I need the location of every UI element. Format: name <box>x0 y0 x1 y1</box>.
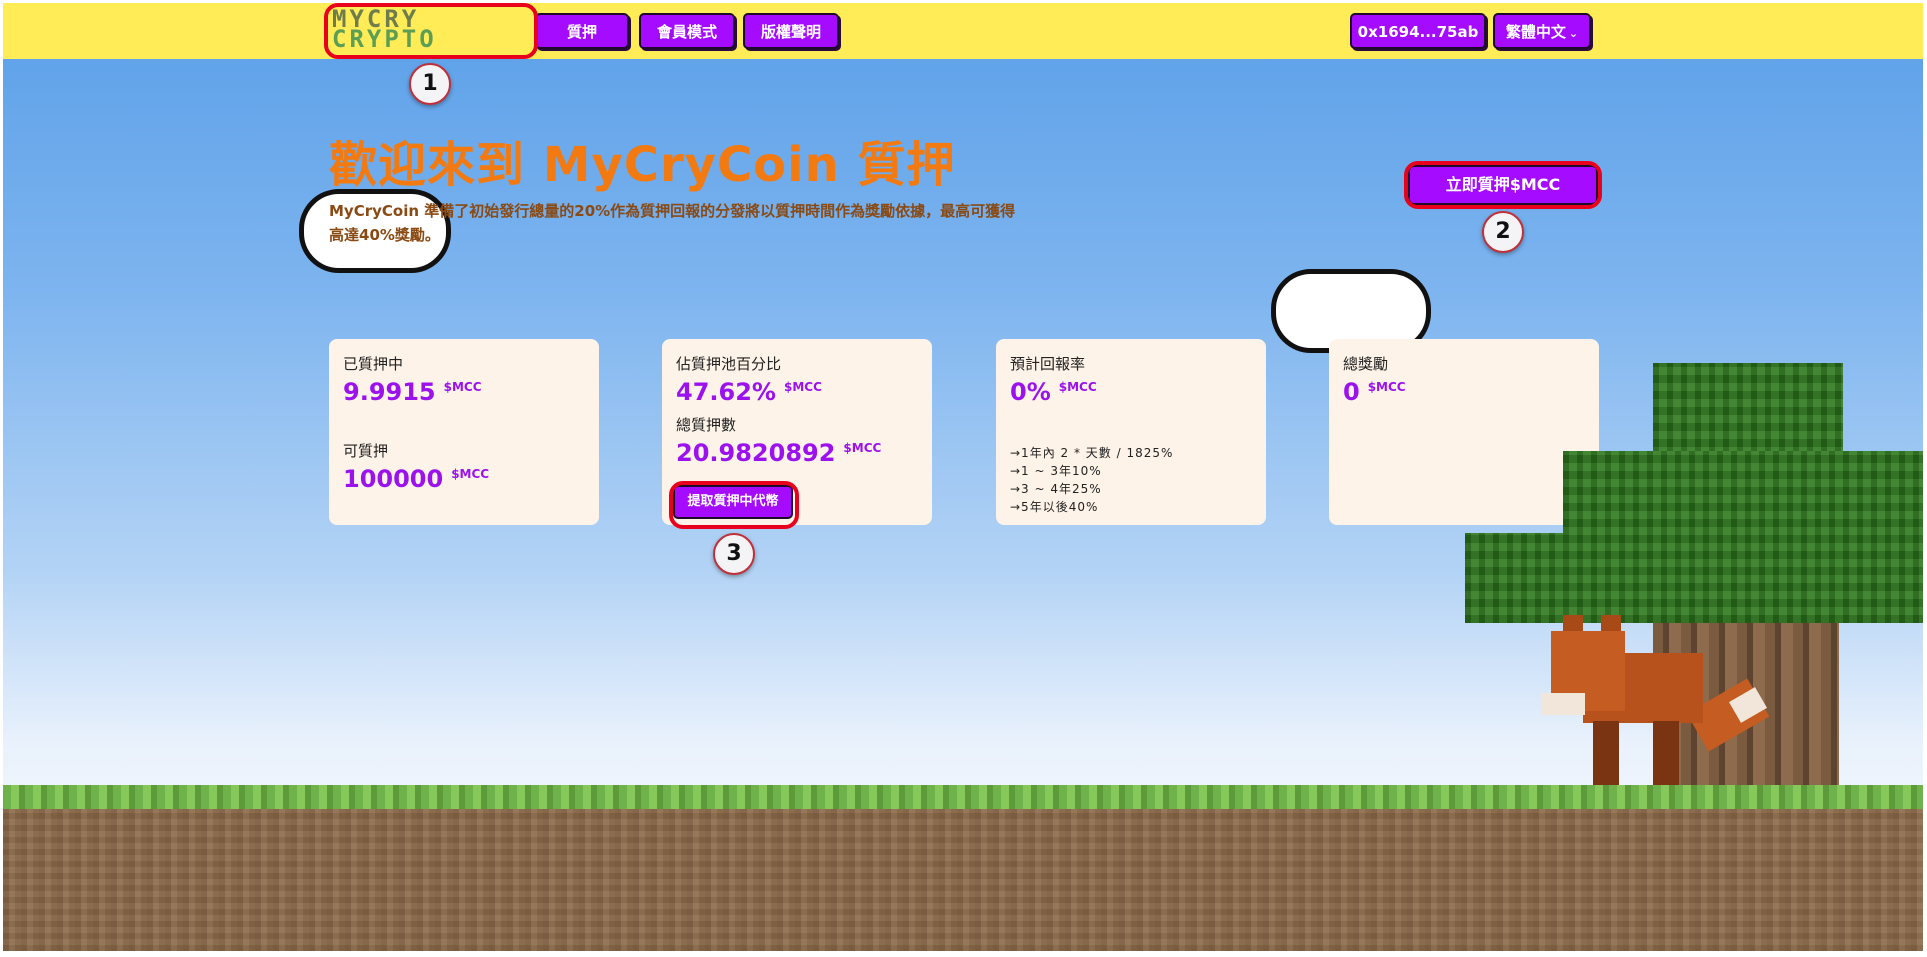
marker-1: 1 <box>409 63 451 105</box>
stake-now-button[interactable]: 立即質押$MCC <box>1408 165 1598 205</box>
mycrycrypto-logo[interactable]: MYCRY CRYPTO <box>332 7 530 53</box>
reward-value: 0 <box>1343 378 1360 406</box>
hero-desc-part1: 準備了初始發行總量的 <box>419 202 575 220</box>
pool-pct-value-row: 47.62% $MCC <box>676 378 918 406</box>
wallet-address-button[interactable]: 0x1694...75ab <box>1350 13 1486 49</box>
top-navbar: MYCRY CRYPTO 質押 會員模式 版權聲明 0x1694...75ab … <box>3 3 1923 59</box>
nav-member-mode-button[interactable]: 會員模式 <box>639 13 735 49</box>
rate-item: →5年以後40% <box>1010 500 1099 514</box>
hero-desc-pct1: 20% <box>574 202 611 220</box>
rate-item: →1年內 2 * 天數 / 1825% <box>1010 446 1174 460</box>
language-select-label: 繁體中文 <box>1505 23 1566 41</box>
reward-value-row: 0 $MCC <box>1343 378 1585 406</box>
nav-stake-button[interactable]: 質押 <box>535 13 629 49</box>
apr-unit: $MCC <box>1058 380 1097 394</box>
hero-desc-part3: 獎勵。 <box>394 226 440 244</box>
staked-label: 已質押中 <box>343 355 404 373</box>
rate-item: →3 ~ 4年25% <box>1010 482 1102 496</box>
total-staked-unit: $MCC <box>843 441 882 455</box>
language-select[interactable]: 繁體中文 ⌄ <box>1493 13 1591 49</box>
reward-unit: $MCC <box>1367 380 1406 394</box>
hero-title: 歡迎來到 MyCryCoin 質押 <box>329 137 956 193</box>
page-frame: MYCRY CRYPTO 質押 會員模式 版權聲明 0x1694...75ab … <box>3 3 1923 951</box>
pool-pct-unit: $MCC <box>783 380 822 394</box>
ground-dirt-decoration <box>3 785 1923 951</box>
fox-snout <box>1541 693 1585 715</box>
staked-value: 9.9915 <box>343 378 436 406</box>
apr-value: 0% <box>1010 378 1051 406</box>
ground-grass-decoration <box>3 785 1923 809</box>
pool-pct-label: 佔質押池百分比 <box>676 355 782 373</box>
pool-share-card: 佔質押池百分比 47.62% $MCC 總質押數 20.9820892 $MCC 提… <box>662 339 932 525</box>
rate-item: →1 ~ 3年10% <box>1010 464 1102 478</box>
total-staked-value-row: 20.9820892 $MCC <box>676 439 918 467</box>
marker-3: 3 <box>713 533 755 575</box>
tree-leaves-decoration-wide <box>1563 451 1923 623</box>
hero-desc-brand: MyCryCoin <box>329 202 420 220</box>
apr-value-row: 0% $MCC <box>1010 378 1252 406</box>
marker-2: 2 <box>1482 211 1524 253</box>
pool-pct-value: 47.62% <box>676 378 776 406</box>
reward-label: 總獎勵 <box>1343 355 1389 373</box>
staked-card: 已質押中 9.9915 $MCC 可質押 100000 $MCC <box>329 339 599 525</box>
total-staked-value: 20.9820892 <box>676 439 836 467</box>
apr-card: 預計回報率 0% $MCC →1年內 2 * 天數 / 1825% →1 ~ 3年… <box>996 339 1266 525</box>
stakable-value: 100000 <box>343 465 444 493</box>
staked-value-row: 9.9915 $MCC <box>343 378 585 406</box>
tree-leaves-decoration-left <box>1465 533 1585 623</box>
fox-leg <box>1653 721 1679 785</box>
stakable-unit: $MCC <box>451 467 490 481</box>
stakable-label: 可質押 <box>343 442 389 460</box>
chevron-down-icon: ⌄ <box>1568 27 1579 40</box>
total-staked-label: 總質押數 <box>676 416 737 434</box>
hero-desc-pct2: 40% <box>359 226 395 244</box>
rate-list: →1年內 2 * 天數 / 1825% →1 ~ 3年10% →3 ~ 4年25… <box>1010 444 1252 516</box>
total-reward-card: 總獎勵 0 $MCC <box>1329 339 1599 525</box>
withdraw-staked-button[interactable]: 提取質押中代幣 <box>673 485 793 519</box>
apr-label: 預計回報率 <box>1010 355 1086 373</box>
logo-line-2: CRYPTO <box>332 25 437 53</box>
stakable-value-row: 100000 $MCC <box>343 465 585 493</box>
fox-leg <box>1593 721 1619 785</box>
staked-unit: $MCC <box>443 380 482 394</box>
nav-copyright-button[interactable]: 版權聲明 <box>743 13 839 49</box>
hero-description: MyCryCoin 準備了初始發行總量的20%作為質押回報的分發將以質押時間作為… <box>329 199 1029 247</box>
